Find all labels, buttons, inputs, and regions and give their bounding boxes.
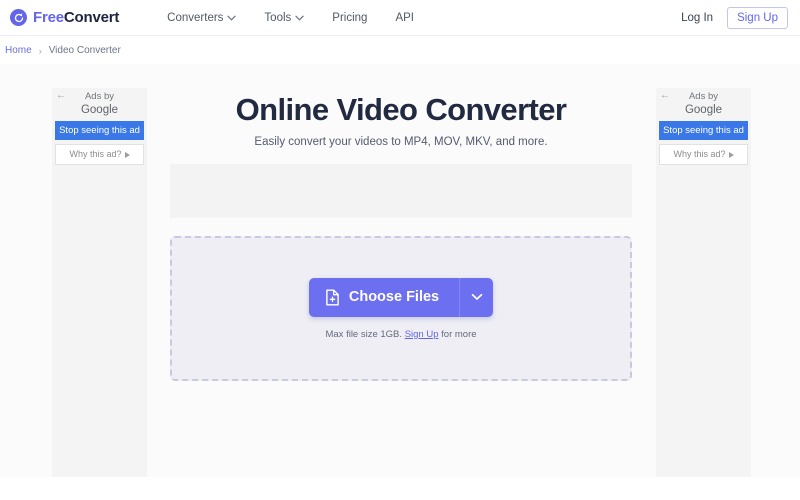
logo-text: FreeConvert (33, 9, 119, 26)
logo-text-free: Free (33, 9, 64, 26)
header-actions: Log In Sign Up (681, 6, 788, 29)
choose-files-group: Choose Files (308, 277, 494, 317)
breadcrumb-current: Video Converter (48, 45, 121, 56)
stop-seeing-ad-button[interactable]: Stop seeing this ad (659, 121, 748, 140)
signup-button[interactable]: Sign Up (727, 6, 788, 29)
choose-files-dropdown-toggle[interactable] (459, 277, 494, 317)
nav-item-api[interactable]: API (395, 12, 414, 24)
ads-by-google-label: Ads by Google (52, 88, 147, 117)
choose-files-label: Choose Files (348, 289, 440, 305)
ad-rail-right: ← Ads by Google Stop seeing this ad Why … (656, 88, 751, 477)
google-text: Google (684, 104, 723, 116)
stop-seeing-ad-button[interactable]: Stop seeing this ad (55, 121, 144, 140)
main-nav: Converters Tools Pricing API (167, 12, 414, 24)
file-dropzone[interactable]: Choose Files Max file size 1GB. Sign Up … (170, 236, 632, 381)
max-file-size-suffix: for more (441, 328, 477, 340)
max-file-size-prefix: Max file size 1GB. (325, 328, 403, 340)
main-content: Online Video Converter Easily convert yo… (170, 64, 632, 381)
breadcrumb-separator: › (38, 45, 42, 56)
logo-text-convert: Convert (63, 9, 120, 26)
ads-by-text: Ads by (84, 91, 115, 102)
page-body: ← Ads by Google Stop seeing this ad Why … (0, 64, 800, 477)
why-this-ad-button[interactable]: Why this ad? (659, 144, 748, 165)
breadcrumb-home[interactable]: Home (5, 45, 32, 56)
play-triangle-icon (124, 151, 130, 158)
max-file-size-note: Max file size 1GB. Sign Up for more (325, 329, 476, 340)
why-this-ad-label: Why this ad? (673, 149, 726, 159)
nav-item-pricing[interactable]: Pricing (332, 12, 367, 24)
site-header: FreeConvert Converters Tools Pricing API… (0, 0, 800, 36)
signup-inline-link[interactable]: Sign Up (405, 329, 439, 340)
chevron-down-icon (227, 15, 237, 21)
nav-label-pricing: Pricing (332, 11, 368, 24)
nav-label-converters: Converters (167, 11, 224, 24)
logo[interactable]: FreeConvert (10, 9, 119, 26)
chevron-down-icon (471, 293, 483, 301)
banner-ad-slot (170, 164, 632, 218)
ads-by-google-label: Ads by Google (656, 88, 751, 117)
breadcrumb: Home › Video Converter (0, 37, 800, 64)
page-subtitle: Easily convert your videos to MP4, MOV, … (254, 136, 548, 148)
nav-item-tools[interactable]: Tools (264, 12, 304, 24)
play-triangle-icon (728, 151, 734, 158)
chevron-down-icon (295, 15, 304, 21)
ad-back-arrow-icon[interactable]: ← (56, 91, 66, 101)
ad-back-arrow-icon[interactable]: ← (660, 91, 670, 101)
why-this-ad-label: Why this ad? (69, 149, 122, 159)
file-plus-icon (325, 288, 340, 306)
nav-label-api: API (395, 11, 414, 24)
page-title: Online Video Converter (235, 92, 567, 127)
choose-files-button[interactable]: Choose Files (308, 277, 460, 317)
refresh-circle-icon (10, 9, 27, 26)
ad-rail-left: ← Ads by Google Stop seeing this ad Why … (52, 88, 147, 477)
nav-item-converters[interactable]: Converters (167, 11, 237, 24)
why-this-ad-button[interactable]: Why this ad? (55, 144, 144, 165)
login-link[interactable]: Log In (681, 12, 713, 24)
ads-by-text: Ads by (688, 91, 719, 102)
google-text: Google (80, 104, 119, 116)
nav-label-tools: Tools (264, 11, 292, 24)
